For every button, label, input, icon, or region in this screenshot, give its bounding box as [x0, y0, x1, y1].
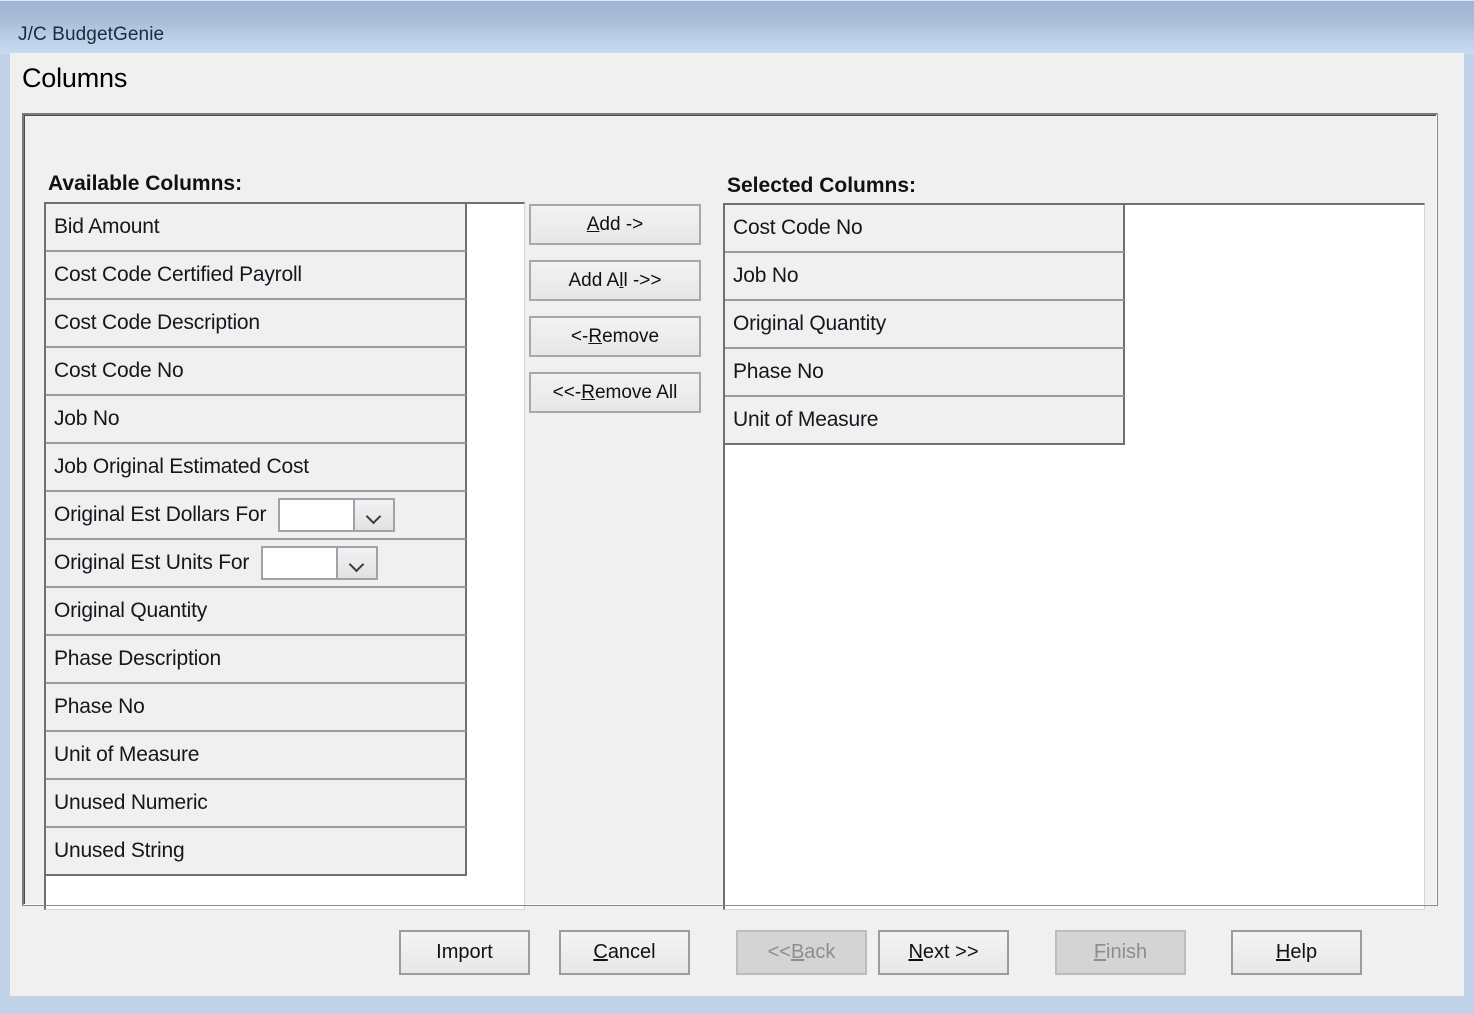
- list-item-label: Bid Amount: [54, 215, 160, 238]
- page-title: Columns: [22, 63, 128, 93]
- selected-columns-rows: Cost Code No Job No Original Quantity Phase…: [725, 205, 1125, 445]
- list-item-label: Unit of Measure: [54, 743, 200, 766]
- list-item-combobox[interactable]: [261, 546, 379, 580]
- combobox-dropdown-button[interactable]: [353, 500, 394, 530]
- list-item[interactable]: Original Est Dollars For: [46, 492, 467, 540]
- list-item-label: Job No: [54, 407, 120, 430]
- list-item[interactable]: Phase No: [725, 349, 1125, 397]
- list-item[interactable]: Cost Code Description: [46, 300, 467, 348]
- list-item-label: Original Quantity: [54, 599, 208, 622]
- add-all-button[interactable]: Add All ->>: [529, 260, 701, 301]
- back-button: << Back: [736, 930, 867, 975]
- available-columns-listbox[interactable]: Bid Amount Cost Code Certified Payroll Cos…: [44, 202, 525, 910]
- remove-all-button[interactable]: <<- Remove All: [529, 372, 701, 413]
- button-label-text: <<-: [552, 381, 582, 403]
- application-window: J/C BudgetGenie Columns Available Column…: [0, 0, 1474, 1014]
- list-item-label: Phase No: [54, 695, 145, 718]
- chevron-down-icon: [350, 559, 364, 567]
- list-item[interactable]: Unit of Measure: [725, 397, 1125, 445]
- list-item[interactable]: Job Original Estimated Cost: [46, 444, 467, 492]
- button-label-text: ancel: [607, 941, 656, 963]
- list-item-label: Cost Code Certified Payroll: [54, 263, 302, 286]
- columns-group-panel: Available Columns: Bid Amount Cost Code C…: [22, 113, 1438, 910]
- combobox-value: [280, 500, 354, 530]
- button-accelerator-char: R: [588, 325, 603, 347]
- import-button[interactable]: Import: [399, 930, 530, 975]
- available-columns-label: Available Columns:: [48, 172, 243, 195]
- selected-columns-label: Selected Columns:: [727, 174, 917, 197]
- remove-button[interactable]: <- Remove: [529, 316, 701, 357]
- help-button[interactable]: Help: [1231, 930, 1362, 975]
- list-item[interactable]: Phase Description: [46, 636, 467, 684]
- finish-button: Finish: [1055, 930, 1186, 975]
- list-item[interactable]: Unused String: [46, 828, 467, 876]
- button-label-text: Add A: [568, 269, 620, 291]
- chevron-down-icon: [367, 511, 381, 519]
- button-accelerator-char: N: [908, 941, 923, 963]
- button-label-text: emove All: [594, 381, 678, 403]
- available-columns-rows: Bid Amount Cost Code Certified Payroll Cos…: [46, 204, 467, 876]
- list-item-label: Unused String: [54, 839, 185, 862]
- list-item[interactable]: Unused Numeric: [46, 780, 467, 828]
- combobox-dropdown-button[interactable]: [336, 548, 377, 578]
- button-accelerator-char: B: [790, 941, 805, 963]
- combobox-value: [263, 548, 337, 578]
- list-item-label: Original Est Units For: [54, 551, 250, 574]
- button-label-text: dd ->: [599, 213, 644, 235]
- list-item[interactable]: Phase No: [46, 684, 467, 732]
- list-item[interactable]: Bid Amount: [46, 204, 467, 252]
- list-item-label: Original Est Dollars For: [54, 503, 267, 526]
- list-item[interactable]: Job No: [46, 396, 467, 444]
- button-label-text: elp: [1290, 941, 1318, 963]
- selected-columns-listbox[interactable]: Cost Code No Job No Original Quantity Phase…: [723, 203, 1425, 910]
- button-accelerator-char: A: [586, 213, 600, 235]
- list-item[interactable]: Original Quantity: [46, 588, 467, 636]
- button-label-text: emove: [602, 325, 660, 347]
- list-item[interactable]: Cost Code Certified Payroll: [46, 252, 467, 300]
- title-bar: J/C BudgetGenie: [0, 0, 1474, 54]
- button-accelerator-char: H: [1275, 941, 1291, 963]
- list-item-label: Phase Description: [54, 647, 222, 670]
- list-item[interactable]: Cost Code No: [725, 205, 1125, 253]
- button-label-text: <-: [570, 325, 589, 347]
- list-item-label: Job No: [733, 264, 799, 287]
- add-button[interactable]: Add ->: [529, 204, 701, 245]
- list-item-label: Unused Numeric: [54, 791, 208, 814]
- button-label-text: <<: [767, 941, 791, 963]
- button-label-text: l ->>: [623, 269, 662, 291]
- cancel-button[interactable]: Cancel: [559, 930, 690, 975]
- window-title: J/C BudgetGenie: [18, 24, 165, 45]
- list-item-label: Job Original Estimated Cost: [54, 455, 309, 478]
- list-item-label: Cost Code Description: [54, 311, 260, 334]
- list-item[interactable]: Unit of Measure: [46, 732, 467, 780]
- button-accelerator-char: R: [581, 381, 595, 403]
- list-item[interactable]: Cost Code No: [46, 348, 467, 396]
- list-item-label: Cost Code No: [733, 216, 863, 239]
- dialog-client-area: Columns Available Columns: Bid Amount Cos…: [10, 53, 1464, 996]
- button-accelerator-char: C: [593, 941, 608, 963]
- button-label-text: Import: [436, 941, 493, 963]
- button-label-text: ext >>: [922, 941, 979, 963]
- list-item[interactable]: Original Est Units For: [46, 540, 467, 588]
- button-label-text: inish: [1106, 941, 1148, 963]
- list-item-label: Cost Code No: [54, 359, 184, 382]
- list-item[interactable]: Job No: [725, 253, 1125, 301]
- list-item-combobox[interactable]: [278, 498, 396, 532]
- button-accelerator-char: F: [1093, 941, 1107, 963]
- list-item[interactable]: Original Quantity: [725, 301, 1125, 349]
- list-item-label: Unit of Measure: [733, 408, 879, 431]
- button-label-text: ack: [804, 941, 836, 963]
- list-item-label: Original Quantity: [733, 312, 887, 335]
- list-item-label: Phase No: [733, 360, 824, 383]
- next-button[interactable]: Next >>: [878, 930, 1009, 975]
